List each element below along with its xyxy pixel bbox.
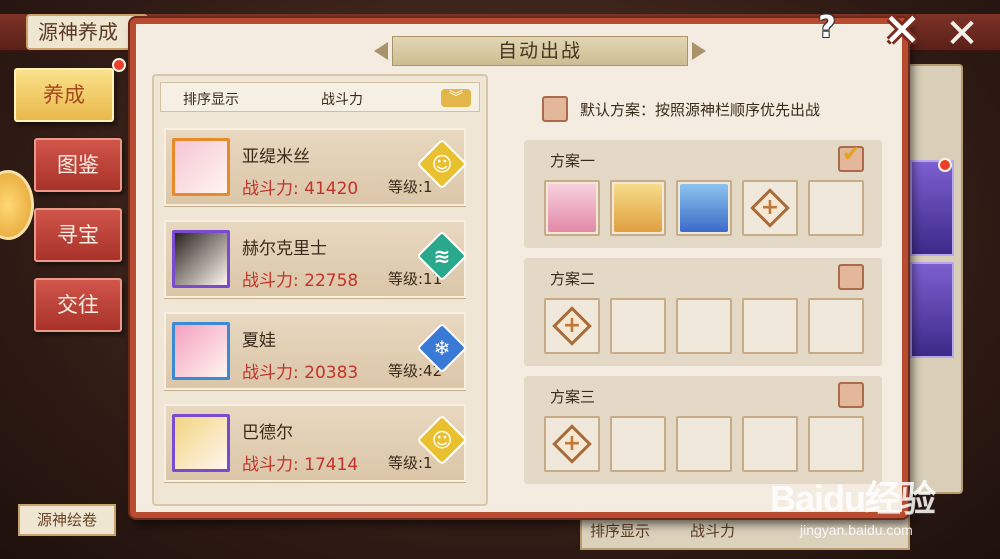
character-name: 亚缇米丝 <box>242 147 310 167</box>
character-row[interactable]: 夏娃 战斗力: 20383 等级:42 ❄ <box>164 312 468 390</box>
background-card[interactable] <box>910 160 954 256</box>
bottom-sort-value[interactable]: 战斗力 <box>690 520 735 541</box>
character-power: 战斗力: 17414 <box>242 455 359 475</box>
side-tab-treasure[interactable]: 寻宝 <box>34 208 122 262</box>
empty-slot[interactable] <box>742 298 798 354</box>
default-plan-checkbox[interactable] <box>542 96 568 122</box>
bottom-sort-label: 排序显示 <box>590 522 651 540</box>
character-portrait <box>680 184 728 232</box>
character-power: 战斗力: 41420 <box>242 179 359 199</box>
notification-dot <box>938 158 952 172</box>
empty-slot[interactable] <box>808 416 864 472</box>
character-portrait <box>548 184 596 232</box>
watermark-logo: Baidu经验 <box>770 478 936 519</box>
character-row[interactable]: 巴德尔 战斗力: 17414 等级:1 ☺ <box>164 404 468 482</box>
character-name: 夏娃 <box>242 331 276 351</box>
dialog-title: 自动出战 <box>392 36 688 66</box>
sort-label: 排序显示 <box>183 92 239 108</box>
character-power: 战斗力: 20383 <box>242 363 359 383</box>
character-name: 巴德尔 <box>242 423 293 443</box>
title-ornament <box>374 42 388 60</box>
scheme-panel: 方案三 + <box>524 376 882 484</box>
scheme-checkbox[interactable]: ✔ <box>838 142 864 172</box>
plus-icon: + <box>760 195 780 220</box>
element-glyph-icon: ☺ <box>431 428 453 452</box>
book-button[interactable]: 源神绘卷 <box>18 504 116 536</box>
empty-slot[interactable] <box>742 416 798 472</box>
empty-slot[interactable] <box>676 298 732 354</box>
empty-slot[interactable] <box>676 416 732 472</box>
side-tab-codex[interactable]: 图鉴 <box>34 138 122 192</box>
scheme-panel: 方案一 ✔ + <box>524 140 882 248</box>
side-tab-social[interactable]: 交往 <box>34 278 122 332</box>
plus-icon: + <box>562 313 582 338</box>
empty-slot[interactable] <box>808 180 864 236</box>
scheme-checkbox[interactable] <box>838 264 864 290</box>
character-avatar <box>172 322 230 380</box>
background-card[interactable] <box>910 262 954 358</box>
auto-battle-dialog: 自动出战 ? ✕ 排序显示 战斗力 ︾ 亚缇米丝 战斗力: 41420 等级:1… <box>130 7 921 518</box>
side-tab-nurture[interactable]: 养成 <box>14 68 114 122</box>
sort-value[interactable]: 战斗力 <box>321 89 363 109</box>
scheme-label: 方案一 <box>550 152 596 170</box>
character-slot[interactable] <box>544 180 600 236</box>
add-slot[interactable]: + <box>544 298 600 354</box>
scheme-label: 方案三 <box>550 388 596 406</box>
scheme-checkbox[interactable] <box>838 382 864 408</box>
scheme-label: 方案二 <box>550 270 596 288</box>
chevron-down-icon[interactable]: ︾ <box>441 89 471 107</box>
character-slot[interactable] <box>676 180 732 236</box>
plus-icon: + <box>562 431 582 456</box>
empty-slot[interactable] <box>808 298 864 354</box>
character-power: 战斗力: 22758 <box>242 271 359 291</box>
sort-bar[interactable]: 排序显示 战斗力 ︾ <box>160 82 480 112</box>
empty-slot[interactable] <box>610 416 666 472</box>
title-ornament <box>692 42 706 60</box>
help-icon[interactable]: ? <box>814 10 840 46</box>
close-icon[interactable]: ✕ <box>880 7 924 53</box>
background-close-icon[interactable]: ✕ <box>942 14 982 54</box>
character-avatar <box>172 230 230 288</box>
notification-dot <box>112 58 126 72</box>
add-slot[interactable]: + <box>544 416 600 472</box>
add-slot[interactable]: + <box>742 180 798 236</box>
element-glyph-icon: ☺ <box>431 152 453 176</box>
character-avatar <box>172 138 230 196</box>
baidu-watermark: Baidu经验 jingyan.baidu.com <box>770 470 990 550</box>
character-slot[interactable] <box>610 180 666 236</box>
character-avatar <box>172 414 230 472</box>
default-plan-text: 默认方案：按照源神栏顺序优先出战 <box>580 101 821 119</box>
element-glyph-icon: ≋ <box>433 244 451 268</box>
character-portrait <box>614 184 662 232</box>
empty-slot[interactable] <box>610 298 666 354</box>
watermark-url: jingyan.baidu.com <box>800 522 913 538</box>
character-row[interactable]: 亚缇米丝 战斗力: 41420 等级:1 ☺ <box>164 128 468 206</box>
check-icon: ✔ <box>842 142 861 167</box>
character-name: 赫尔克里士 <box>242 239 327 259</box>
character-row[interactable]: 赫尔克里士 战斗力: 22758 等级:11 ≋ <box>164 220 468 298</box>
character-list-panel: 排序显示 战斗力 ︾ 亚缇米丝 战斗力: 41420 等级:1 ☺ 赫尔克里士 … <box>152 74 488 506</box>
scheme-panel: 方案二 + <box>524 258 882 366</box>
left-badge-icon[interactable] <box>0 170 34 240</box>
element-glyph-icon: ❄ <box>433 336 451 360</box>
